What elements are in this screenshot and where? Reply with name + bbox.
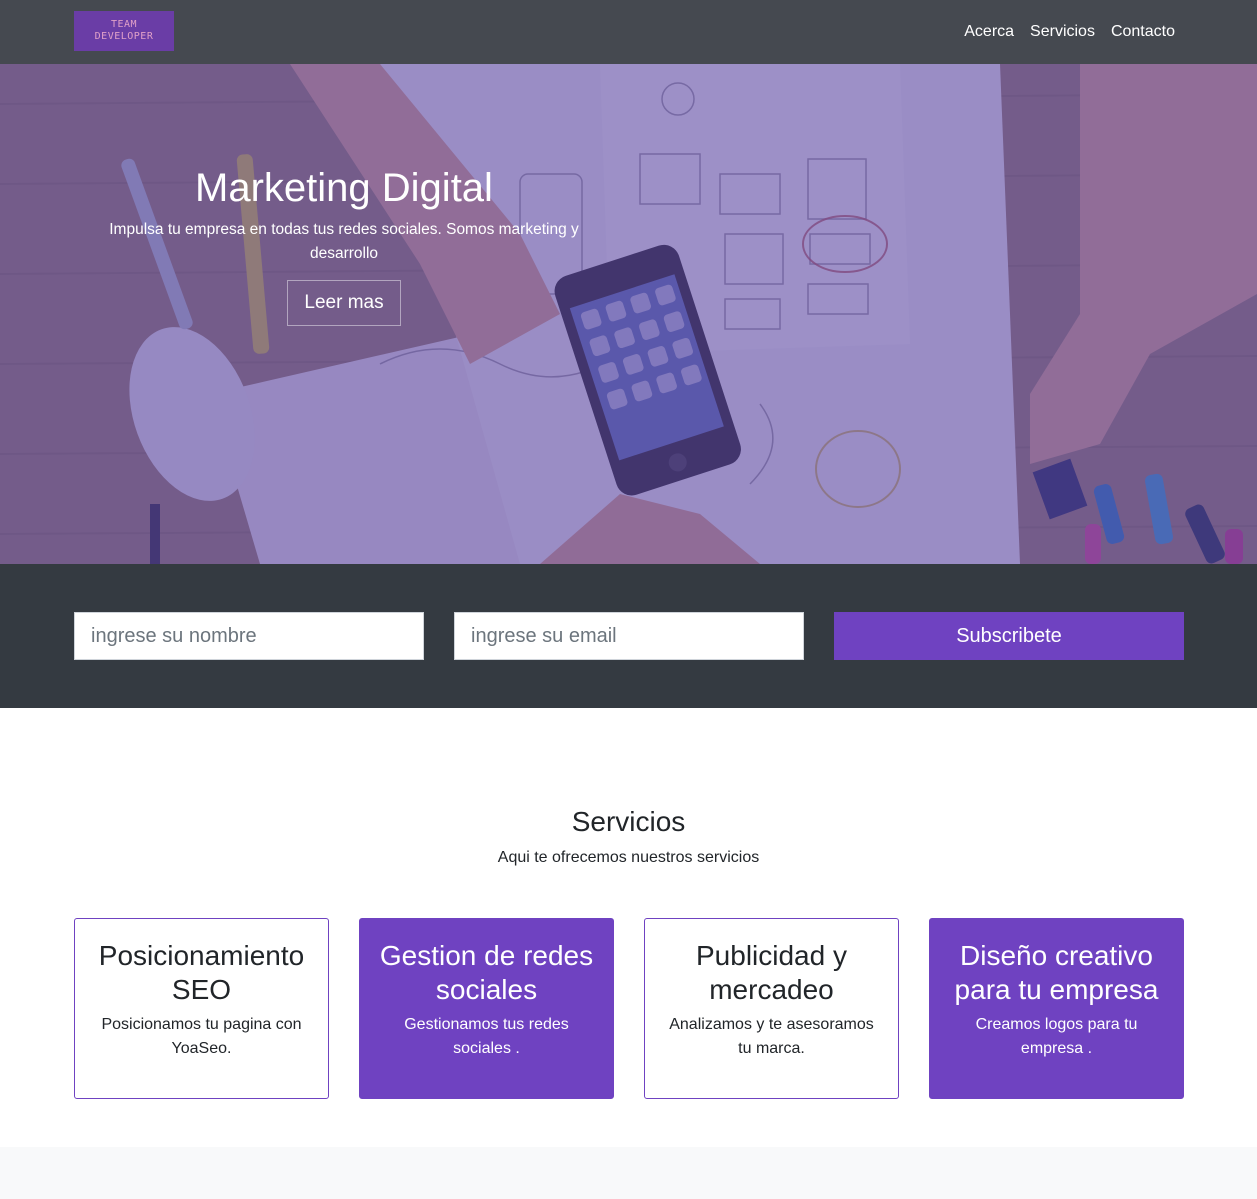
- nav-links: Acerca Servicios Contacto: [964, 0, 1175, 64]
- service-card-title: Posicionamiento SEO: [98, 940, 305, 1005]
- services-subtitle: Aqui te ofrecemos nuestros servicios: [497, 849, 760, 866]
- navbar: TEAM DEVELOPER Acerca Servicios Contacto: [0, 0, 1257, 64]
- logo-line-2: DEVELOPER: [94, 31, 154, 42]
- name-input[interactable]: [74, 612, 424, 660]
- hero-title: Marketing Digital: [195, 166, 493, 210]
- email-input[interactable]: [454, 612, 804, 660]
- read-more-button[interactable]: Leer mas: [287, 280, 401, 326]
- service-card-text: Creamos logos para tu empresa .: [975, 1016, 1138, 1057]
- service-card-title: Publicidad y mercadeo: [696, 940, 847, 1005]
- logo-line-1: TEAM: [110, 19, 138, 30]
- service-card-text: Posicionamos tu pagina con YoaSeo.: [101, 1016, 302, 1057]
- service-card-text: Gestionamos tus redes sociales .: [404, 1016, 569, 1057]
- service-card-social-media[interactable]: Gestion de redes sociales Gestionamos tu…: [359, 918, 614, 1099]
- service-card-text: Analizamos y te asesoramos tu marca.: [669, 1016, 874, 1057]
- hero-section: Marketing Digital Impulsa tu empresa en …: [0, 64, 1257, 564]
- hero-content: Marketing Digital Impulsa tu empresa en …: [94, 160, 594, 326]
- footer-strip: [0, 1147, 1257, 1199]
- nav-link-servicios[interactable]: Servicios: [1030, 23, 1095, 41]
- team-developer-logo[interactable]: TEAM DEVELOPER: [74, 11, 174, 51]
- nav-link-acerca[interactable]: Acerca: [964, 23, 1014, 41]
- services-title: Servicios: [571, 806, 686, 837]
- service-card-title: Gestion de redes sociales: [379, 940, 594, 1005]
- service-card-advertising[interactable]: Publicidad y mercadeo Analizamos y te as…: [644, 918, 899, 1099]
- hero-subtitle: Impulsa tu empresa en todas tus redes so…: [109, 221, 579, 262]
- nav-link-contacto[interactable]: Contacto: [1111, 23, 1175, 41]
- service-card-creative-design[interactable]: Diseño creativo para tu empresa Creamos …: [929, 918, 1184, 1099]
- services-section: Servicios Aqui te ofrecemos nuestros ser…: [0, 708, 1257, 1147]
- service-card-title: Diseño creativo para tu empresa: [954, 940, 1159, 1005]
- subscribe-button[interactable]: Subscribete: [834, 612, 1184, 660]
- subscribe-section: Subscribete: [0, 564, 1257, 708]
- service-card-seo[interactable]: Posicionamiento SEO Posicionamos tu pagi…: [74, 918, 329, 1099]
